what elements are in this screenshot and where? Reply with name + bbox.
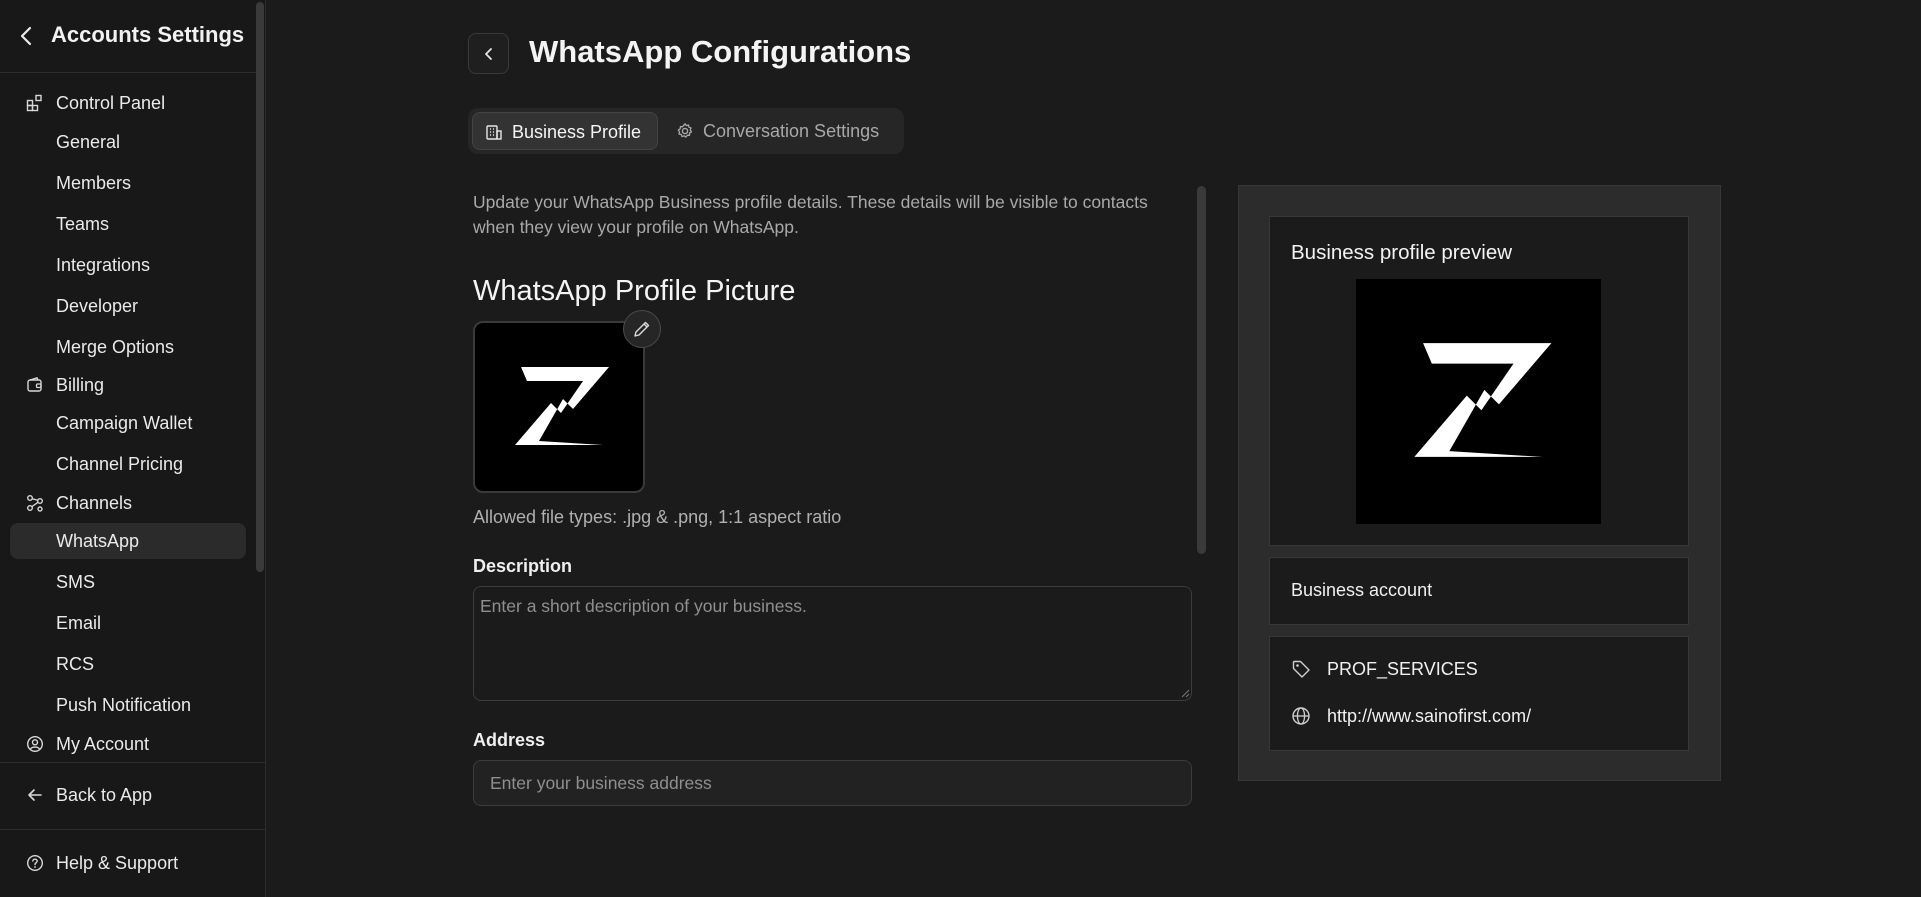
description-label: Description: [473, 556, 573, 576]
sidebar-section-control-panel[interactable]: Control Panel: [10, 85, 246, 121]
sidebar-item-general[interactable]: General: [10, 124, 246, 160]
sidebar-item-push-notification[interactable]: Push Notification: [10, 687, 246, 723]
sidebar-divider: [0, 829, 266, 830]
sidebar-item-label: WhatsApp: [56, 531, 140, 551]
wallet-icon: [27, 376, 42, 392]
preview-details-card: [1269, 636, 1689, 751]
tag-icon: [1292, 660, 1310, 678]
preview-category: PROF_SERVICES: [1327, 659, 1478, 679]
help-circle-icon: [26, 854, 44, 872]
sidebar-item-sms[interactable]: SMS: [10, 564, 246, 600]
sidebar-header: Accounts Settings: [0, 0, 256, 73]
sidebar-item-label: Teams: [56, 214, 110, 234]
address-label: Address: [473, 730, 546, 750]
tab-label: Conversation Settings: [703, 121, 880, 141]
sidebar-item-label: RCS: [56, 654, 95, 674]
address-field[interactable]: [473, 760, 1192, 806]
preview-account-label: Business account: [1291, 580, 1433, 600]
tab-business-profile[interactable]: Business Profile: [472, 112, 658, 150]
sidebar-item-whatsapp[interactable]: WhatsApp: [10, 523, 246, 559]
sidebar-item-members[interactable]: Members: [10, 165, 246, 201]
help-support-button[interactable]: Help & Support: [10, 845, 246, 881]
intro-text: Update your WhatsApp Business profile de…: [473, 192, 1148, 237]
form-scrollbar[interactable]: [1197, 186, 1206, 554]
sidebar-title: Accounts Settings: [51, 22, 245, 47]
file-type-hint: Allowed file types: .jpg & .png, 1:1 asp…: [473, 507, 842, 527]
sidebar-item-channel-pricing[interactable]: Channel Pricing: [10, 446, 246, 482]
profile-picture[interactable]: [473, 321, 645, 493]
chevron-left-icon[interactable]: [18, 25, 34, 47]
sidebar-item-teams[interactable]: Teams: [10, 206, 246, 242]
help-support-label: Help & Support: [56, 853, 179, 873]
sidebar-item-merge-options[interactable]: Merge Options: [10, 329, 246, 365]
sidebar: Accounts Settings Control Panel General …: [0, 0, 266, 897]
sidebar-section-my-account[interactable]: My Account: [10, 726, 246, 762]
gear-icon: [677, 123, 693, 138]
page-back-button[interactable]: [468, 33, 509, 74]
app-root: Accounts Settings Control Panel General …: [0, 0, 1921, 897]
preview-website-link[interactable]: http://www.sainofirst.com/: [1327, 706, 1531, 727]
sidebar-item-label: Integrations: [56, 255, 151, 275]
sidebar-item-label: Developer: [56, 296, 139, 316]
sidebar-section-label: Channels: [56, 493, 133, 513]
user-circle-icon: [26, 735, 44, 753]
pencil-icon: [634, 321, 650, 337]
sidebar-item-label: Merge Options: [56, 337, 175, 357]
sidebar-item-developer[interactable]: Developer: [10, 288, 246, 324]
sidebar-section-label: Billing: [56, 375, 105, 395]
sidebar-divider: [0, 762, 266, 763]
sidebar-item-integrations[interactable]: Integrations: [10, 247, 246, 283]
building-icon: [486, 125, 502, 140]
brand-logo: [1414, 343, 1552, 457]
back-to-app-button[interactable]: Back to App: [10, 777, 246, 813]
sidebar-item-label: Channel Pricing: [56, 454, 184, 474]
sidebar-item-label: Campaign Wallet: [56, 413, 193, 433]
preview-title: Business profile preview: [1291, 241, 1513, 264]
brand-logo: [515, 367, 609, 445]
tab-conversation-settings[interactable]: Conversation Settings: [664, 112, 900, 150]
widgets-icon: [26, 94, 42, 112]
sidebar-scrollbar[interactable]: [256, 2, 264, 572]
description-field[interactable]: [473, 586, 1192, 701]
sidebar-section-channels[interactable]: Channels: [10, 485, 246, 521]
chevron-left-icon: [484, 47, 492, 60]
tab-label: Business Profile: [512, 122, 642, 142]
sidebar-item-email[interactable]: Email: [10, 605, 246, 641]
tab-bar: Business Profile Conversation Settings: [468, 108, 904, 154]
arrow-left-icon: [28, 789, 42, 801]
resize-grip-icon[interactable]: [1180, 688, 1190, 698]
globe-icon: [1292, 707, 1310, 725]
sidebar-item-label: SMS: [56, 572, 96, 592]
sidebar-section-billing[interactable]: Billing: [10, 367, 246, 403]
sidebar-section-label: My Account: [56, 734, 150, 754]
page-title: WhatsApp Configurations: [529, 34, 912, 69]
sidebar-item-label: Members: [56, 173, 132, 193]
preview-image: [1356, 279, 1601, 524]
edit-picture-button[interactable]: [623, 310, 661, 348]
back-to-app-label: Back to App: [56, 785, 153, 805]
sidebar-item-campaign-wallet[interactable]: Campaign Wallet: [10, 405, 246, 441]
profile-picture-heading: WhatsApp Profile Picture: [473, 275, 796, 307]
sidebar-item-label: Email: [56, 613, 102, 633]
sidebar-item-rcs[interactable]: RCS: [10, 646, 246, 682]
share-nodes-icon: [27, 495, 43, 512]
sidebar-item-label: Push Notification: [56, 695, 192, 715]
sidebar-section-label: Control Panel: [56, 93, 166, 113]
sidebar-item-label: General: [56, 132, 121, 152]
